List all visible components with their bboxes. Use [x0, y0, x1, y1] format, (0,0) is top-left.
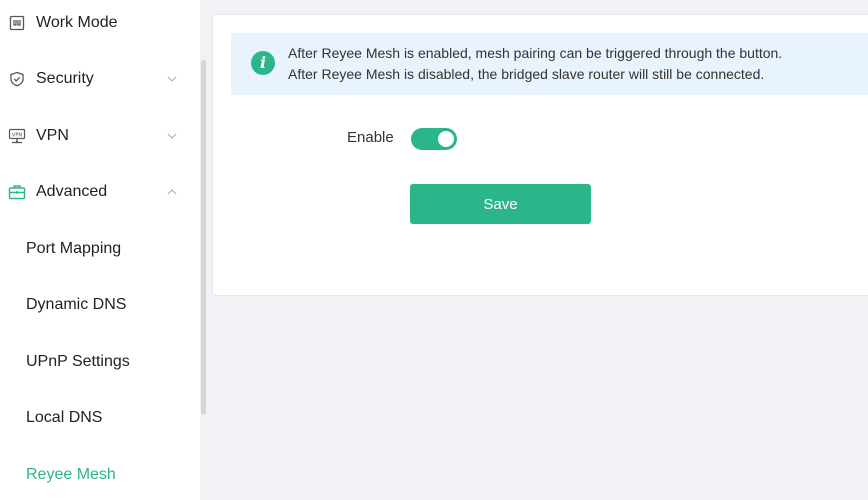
chevron-down-icon	[166, 73, 178, 85]
info-icon: i	[251, 51, 275, 75]
enable-toggle[interactable]	[411, 128, 457, 150]
sidebar-subitem-port-mapping[interactable]: Port Mapping	[0, 229, 200, 269]
sidebar-item-advanced[interactable]: Advanced	[0, 172, 200, 212]
chevron-down-icon	[166, 130, 178, 142]
sidebar-subitem-label: Dynamic DNS	[26, 296, 127, 313]
info-text-line1: After Reyee Mesh is enabled, mesh pairin…	[288, 45, 783, 61]
sidebar-item-label: Work Mode	[36, 14, 118, 31]
chevron-up-icon	[166, 186, 178, 198]
sidebar-subitem-label: Reyee Mesh	[26, 466, 116, 483]
sidebar-item-label: Security	[36, 70, 94, 87]
sidebar-subitem-label: Port Mapping	[26, 240, 122, 257]
sidebar-subitem-reyee-mesh[interactable]: Reyee Mesh	[0, 455, 200, 495]
sidebar-subitem-label: Local DNS	[26, 409, 103, 426]
sidebar-item-work-mode[interactable]: Work Mode	[0, 3, 200, 43]
sidebar-item-security[interactable]: Security	[0, 59, 200, 99]
vpn-icon-text: VPN	[12, 133, 22, 139]
enable-label: Enable	[347, 129, 394, 146]
sidebar-item-label: Advanced	[36, 183, 108, 200]
toolbox-icon	[8, 183, 26, 201]
info-banner: i After Reyee Mesh is enabled, mesh pair…	[231, 33, 868, 95]
save-button[interactable]: Save	[410, 184, 591, 224]
sidebar-subitem-upnp-settings[interactable]: UPnP Settings	[0, 342, 200, 382]
content-panel: i After Reyee Mesh is enabled, mesh pair…	[212, 14, 868, 296]
info-text-line2: After Reyee Mesh is disabled, the bridge…	[288, 66, 765, 82]
toggle-knob	[438, 131, 454, 147]
shield-icon	[8, 70, 26, 88]
sidebar-scrollbar[interactable]	[201, 60, 206, 415]
sidebar-item-label: VPN	[36, 127, 69, 144]
work-mode-icon	[8, 14, 26, 32]
sidebar: Work Mode Security VPN VPN Advanced Port…	[0, 0, 200, 500]
vpn-icon: VPN	[8, 127, 26, 145]
sidebar-item-vpn[interactable]: VPN VPN	[0, 116, 200, 156]
sidebar-subitem-local-dns[interactable]: Local DNS	[0, 398, 200, 438]
sidebar-subitem-label: UPnP Settings	[26, 353, 130, 370]
sidebar-subitem-dynamic-dns[interactable]: Dynamic DNS	[0, 285, 200, 325]
